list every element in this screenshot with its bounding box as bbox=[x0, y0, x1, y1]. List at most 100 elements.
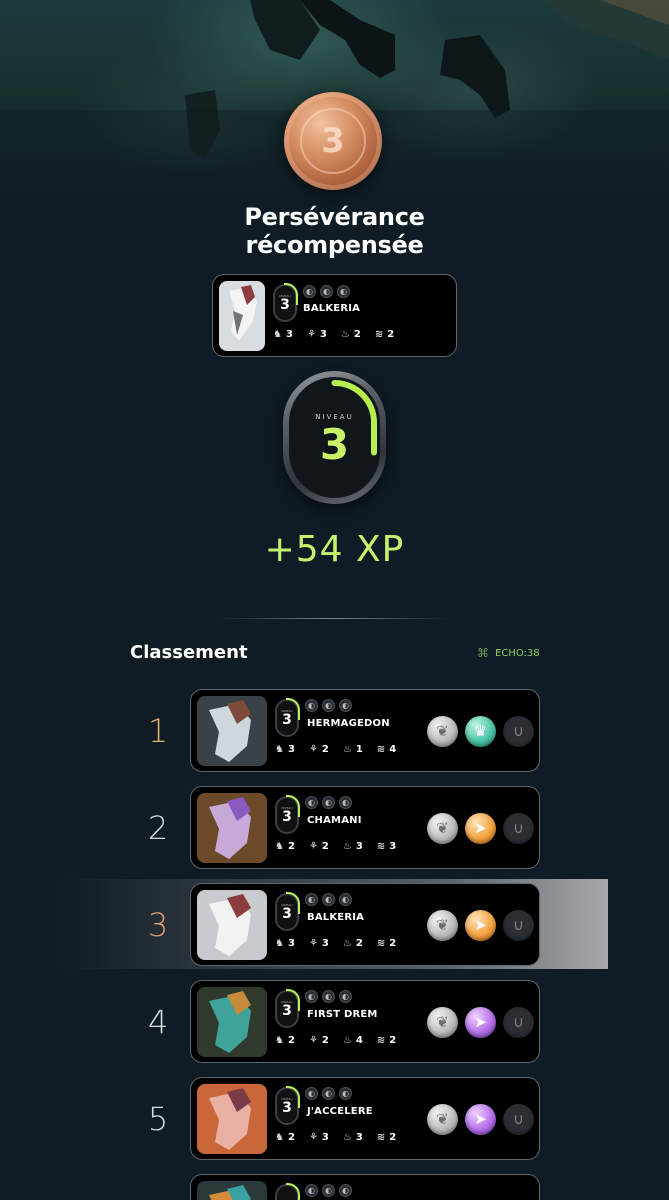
rank-number: 2 bbox=[147, 809, 169, 847]
trophy-medal-icon[interactable]: ♛ bbox=[465, 716, 496, 747]
speed-medal-icon[interactable]: ➤ bbox=[465, 1007, 496, 1038]
stat-item: ≋ 2 bbox=[376, 937, 397, 949]
trait-2-icon: ◐ bbox=[320, 285, 333, 298]
trait-3-icon: ◐ bbox=[339, 699, 352, 712]
ranking-row[interactable]: NIVEAU 3 ◐ ◐ ◐ CHAMANI ♞ 2 ⚘ 2 ♨ 3 ≋ 3 ❦ ➤ ∪ bbox=[190, 786, 540, 869]
trait-1-icon: ◐ bbox=[305, 990, 318, 1003]
featured-horse-card[interactable]: NIVEAU 3 ◐ ◐ ◐ BALKERIA ♞ 3 ⚘ 3 ♨ 2 ≋ 2 bbox=[212, 274, 457, 357]
trait-3-icon: ◐ bbox=[339, 1184, 352, 1197]
coin-level: 3 bbox=[300, 108, 366, 174]
sprout-icon: ⚘ bbox=[308, 743, 318, 755]
laurel-medal-icon[interactable]: ❦ bbox=[427, 716, 458, 747]
stat-stack: ≋ 2 bbox=[374, 328, 395, 340]
stat-item: ♨ 3 bbox=[342, 1131, 363, 1143]
ranking-row[interactable]: NIVEAU 3 ◐ ◐ ◐ J'ACCELERE ♞ 2 ⚘ 3 ♨ 3 ≋ 2 ❦ ➤ ∪ bbox=[190, 1077, 540, 1160]
rank-number: 1 bbox=[147, 712, 169, 750]
horse-icon: ♞ bbox=[273, 328, 282, 340]
horse-stats: ♞ 3 ⚘ 3 ♨ 2 ≋ 2 bbox=[275, 938, 396, 949]
ranking-row[interactable]: NIVEAU 3 ◐ ◐ ◐ FIRST DREM ♞ 2 ⚘ 2 ♨ 4 ≋ 2 ❦ ➤ ∪ bbox=[190, 980, 540, 1063]
horse-icon: ♞ bbox=[275, 937, 284, 949]
sprout-icon: ⚘ bbox=[308, 1034, 318, 1046]
horse-level-indicator: NIVEAU 3 bbox=[273, 283, 298, 322]
medals: ❦ ➤ ∪ bbox=[427, 910, 534, 941]
horse-stats: ♞ 3 ⚘ 2 ♨ 1 ≋ 4 bbox=[275, 744, 396, 755]
horseshoe-icon[interactable]: ∪ bbox=[503, 1007, 534, 1038]
trait-3-icon: ◐ bbox=[339, 1087, 352, 1100]
laurel-medal-icon[interactable]: ❦ bbox=[427, 910, 458, 941]
horse-name: FIRST DREM bbox=[307, 1009, 378, 1020]
horse-stats: ♞ 2 ⚘ 2 ♨ 4 ≋ 2 bbox=[275, 1035, 396, 1046]
horse-icon: ♞ bbox=[275, 743, 284, 755]
stat-item: ≋ 4 bbox=[376, 743, 397, 755]
rank-number: 4 bbox=[147, 1003, 169, 1041]
stat-item: ♨ 1 bbox=[342, 743, 363, 755]
stat-item: ♨ 3 bbox=[342, 840, 363, 852]
level-badge: NIVEAU 3 bbox=[283, 371, 386, 504]
horseshoe-icon[interactable]: ∪ bbox=[503, 813, 534, 844]
speed-medal-icon[interactable]: ➤ bbox=[465, 910, 496, 941]
section-divider bbox=[218, 618, 450, 619]
trait-2-icon: ◐ bbox=[322, 893, 335, 906]
horseshoe-icon[interactable]: ∪ bbox=[503, 716, 534, 747]
horse-stats: ♞ 2 ⚘ 2 ♨ 3 ≋ 3 bbox=[275, 841, 396, 852]
laurel-medal-icon[interactable]: ❦ bbox=[427, 1007, 458, 1038]
echo-indicator: ⌘ ECHO:38 bbox=[477, 646, 540, 660]
stat-item: ♞ 3 bbox=[275, 743, 295, 755]
horse-level-indicator: NIVEAU 3 bbox=[275, 795, 300, 834]
trait-icons: ◐ ◐ ◐ bbox=[305, 1087, 352, 1100]
trait-2-icon: ◐ bbox=[322, 1087, 335, 1100]
stat-item: ♞ 3 bbox=[275, 937, 295, 949]
layers-icon: ≋ bbox=[376, 1131, 386, 1143]
page-title: Persévérance récompensée bbox=[0, 203, 669, 259]
horse-stats: ♞ 2 ⚘ 3 ♨ 3 ≋ 2 bbox=[275, 1132, 396, 1143]
xp-gain: +54 XP bbox=[264, 529, 405, 570]
stat-item: ≋ 2 bbox=[376, 1034, 397, 1046]
speed-medal-icon[interactable]: ➤ bbox=[465, 1104, 496, 1135]
horse-level-indicator: NIVEAU 3 bbox=[275, 1086, 300, 1125]
stat-item: ⚘ 2 bbox=[308, 840, 329, 852]
horse-name: J'ACCELERE bbox=[307, 1106, 373, 1117]
stat-item: ♞ 2 bbox=[275, 1131, 295, 1143]
horse-portrait bbox=[197, 890, 267, 960]
horse-icon: ♞ bbox=[275, 1131, 284, 1143]
trait-icons: ◐ ◐ ◐ bbox=[305, 699, 352, 712]
horse-portrait bbox=[197, 696, 267, 766]
level-value: 3 bbox=[319, 420, 350, 469]
horse-name: CHAMANI bbox=[307, 815, 362, 826]
horse-portrait bbox=[197, 987, 267, 1057]
stat-speed: ♞ 3 bbox=[273, 328, 293, 340]
stat-growth: ⚘ 3 bbox=[306, 328, 327, 340]
ranking-row[interactable]: ◐ ◐ ◐ bbox=[190, 1174, 540, 1200]
laurel-medal-icon[interactable]: ❦ bbox=[427, 813, 458, 844]
horseshoe-icon[interactable]: ∪ bbox=[503, 910, 534, 941]
trait-2-icon: ◐ bbox=[322, 699, 335, 712]
laurel-medal-icon[interactable]: ❦ bbox=[427, 1104, 458, 1135]
echo-icon: ⌘ bbox=[477, 646, 489, 660]
flame-icon: ♨ bbox=[340, 328, 350, 340]
sprout-icon: ⚘ bbox=[308, 840, 318, 852]
horseshoe-icon[interactable]: ∪ bbox=[503, 1104, 534, 1135]
ranking-row[interactable]: NIVEAU 3 ◐ ◐ ◐ HERMAGEDON ♞ 3 ⚘ 2 ♨ 1 ≋ 4 ❦ ♛ ∪ bbox=[190, 689, 540, 772]
horse-name: BALKERIA bbox=[307, 912, 365, 923]
ranking-row[interactable]: NIVEAU 3 ◐ ◐ ◐ BALKERIA ♞ 3 ⚘ 3 ♨ 2 ≋ 2 ❦ ➤ ∪ bbox=[190, 883, 540, 966]
horse-stats: ♞ 3 ⚘ 3 ♨ 2 ≋ 2 bbox=[273, 329, 394, 340]
trait-icons: ◐ ◐ ◐ bbox=[305, 893, 352, 906]
medals: ❦ ➤ ∪ bbox=[427, 1104, 534, 1135]
rank-number: 5 bbox=[147, 1100, 169, 1138]
stat-item: ⚘ 3 bbox=[308, 1131, 329, 1143]
speed-medal-icon[interactable]: ➤ bbox=[465, 813, 496, 844]
stat-item: ♞ 2 bbox=[275, 1034, 295, 1046]
stat-item: ≋ 2 bbox=[376, 1131, 397, 1143]
trait-2-icon: ◐ bbox=[322, 1184, 335, 1197]
trait-icons: ◐ ◐ ◐ bbox=[305, 1184, 352, 1197]
sprout-icon: ⚘ bbox=[308, 1131, 318, 1143]
horse-level-indicator bbox=[275, 1183, 300, 1200]
rank-number: 3 bbox=[147, 906, 169, 944]
title-line-1: Persévérance bbox=[244, 203, 425, 231]
horse-portrait bbox=[197, 1084, 267, 1154]
layers-icon: ≋ bbox=[376, 840, 386, 852]
ranking-title: Classement bbox=[130, 642, 248, 663]
title-line-2: récompensée bbox=[245, 231, 424, 259]
horse-portrait bbox=[219, 281, 265, 351]
stat-item: ⚘ 2 bbox=[308, 743, 329, 755]
